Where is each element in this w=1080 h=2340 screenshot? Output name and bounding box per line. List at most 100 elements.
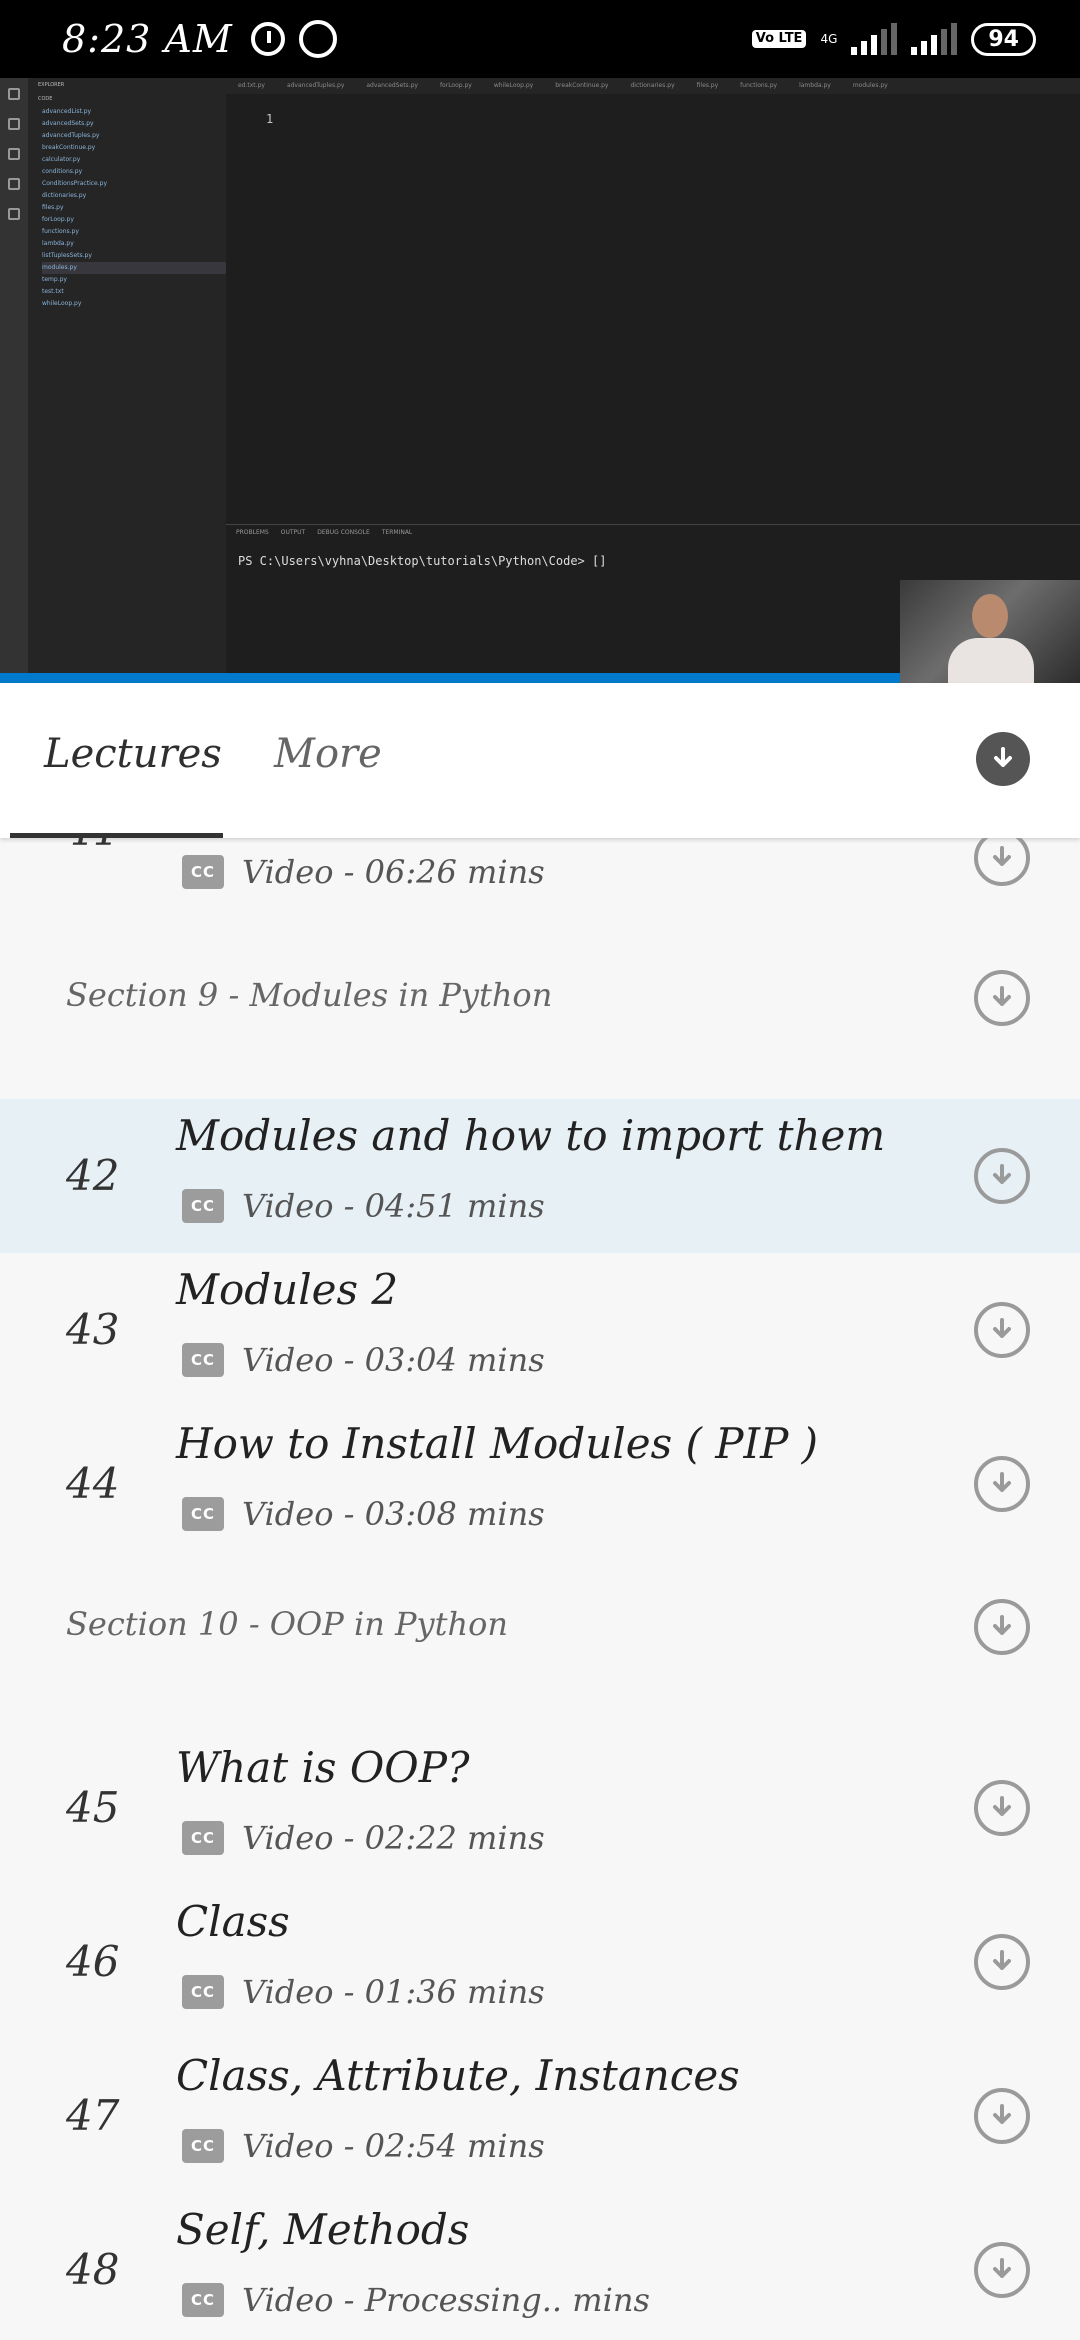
panel-tab: PROBLEMS — [236, 529, 269, 536]
course-tabs: Lectures More — [0, 683, 1080, 838]
search-icon — [8, 118, 20, 130]
tab-more[interactable]: More — [274, 731, 382, 777]
download-icon — [993, 1950, 1011, 1970]
status-time: 8:23 AM — [62, 17, 233, 61]
explorer-file: lambda.py — [42, 240, 74, 247]
download-button[interactable] — [974, 1934, 1030, 1990]
cc-icon: CC — [182, 1189, 224, 1223]
lecture-title: Modules and how to import them — [176, 1111, 886, 1160]
cc-icon: CC — [182, 2283, 224, 2317]
editor-tab: dictionaries.py — [630, 82, 675, 89]
list-item[interactable]: 45 What is OOP? CC Video - 02:22 mins — [0, 1731, 1080, 1885]
explorer-file: ConditionsPractice.py — [42, 180, 107, 187]
download-all-button[interactable] — [976, 732, 1030, 786]
lecture-number: 44 — [66, 1459, 120, 1508]
explorer-file: calculator.py — [42, 156, 81, 163]
list-item[interactable]: 46 Class CC Video - 01:36 mins — [0, 1885, 1080, 2039]
download-icon — [993, 1318, 1011, 1338]
lecture-meta: CC Video - 03:04 mins — [182, 1341, 545, 1379]
editor-explorer: EXPLORER CODE advancedList.py advancedSet… — [28, 78, 226, 678]
download-icon — [993, 986, 1011, 1006]
list-item[interactable]: 43 Modules 2 CC Video - 03:04 mins — [0, 1253, 1080, 1407]
download-icon — [993, 846, 1011, 866]
editor-activity-bar — [0, 78, 28, 678]
webcam-overlay — [900, 580, 1080, 683]
explorer-file: listTuplesSets.py — [42, 252, 92, 259]
lecture-meta-text: Video - 03:08 mins — [242, 1495, 545, 1533]
explorer-file: files.py — [42, 204, 64, 211]
files-icon — [8, 88, 20, 100]
panel-tab: DEBUG CONSOLE — [317, 529, 370, 536]
panel-tabs: PROBLEMS OUTPUT DEBUG CONSOLE TERMINAL — [226, 525, 1080, 540]
editor-tab: advancedTuples.py — [286, 82, 345, 89]
download-icon — [993, 2104, 1011, 2124]
list-item[interactable]: 41 CC Video - 06:26 mins — [0, 838, 1080, 938]
lecture-title: Self, Methods — [176, 2205, 470, 2254]
explorer-file-list: advancedList.py advancedSets.py advancedTu… — [28, 106, 226, 310]
volte-badge: Vo LTE — [751, 30, 807, 48]
lecture-title: Class, Attribute, Instances — [176, 2051, 740, 2100]
download-icon — [993, 1796, 1011, 1816]
explorer-file: advancedList.py — [42, 108, 92, 115]
lecture-list: 41 CC Video - 06:26 mins Section 9 - Mod… — [0, 838, 1080, 2340]
battery-indicator: 94 — [971, 22, 1036, 56]
status-bar: 8:23 AM Vo LTE 4G 94 — [0, 0, 1080, 78]
section-header[interactable]: Section 10 - OOP in Python — [0, 1567, 1080, 1687]
lecture-title: How to Install Modules ( PIP ) — [176, 1419, 819, 1468]
explorer-header: EXPLORER — [38, 82, 65, 88]
lecture-meta-text: Video - 03:04 mins — [242, 1341, 545, 1379]
download-button[interactable] — [974, 838, 1030, 886]
panel-tab: TERMINAL — [381, 529, 413, 536]
download-button[interactable] — [974, 970, 1030, 1026]
lecture-number: 42 — [66, 1151, 120, 1200]
list-item[interactable]: 44 How to Install Modules ( PIP ) CC Vid… — [0, 1407, 1080, 1561]
lecture-meta-text: Video - 06:26 mins — [242, 853, 545, 891]
download-icon — [994, 747, 1012, 767]
lecture-title: What is OOP? — [176, 1743, 470, 1792]
cc-icon: CC — [182, 1821, 224, 1855]
section-title: Section 10 - OOP in Python — [66, 1605, 508, 1643]
lecture-meta-text: Video - 01:36 mins — [242, 1973, 545, 2011]
lecture-meta: CC Video - 02:22 mins — [182, 1819, 545, 1857]
download-button[interactable] — [974, 2088, 1030, 2144]
lecture-meta-text: Video - 04:51 mins — [242, 1187, 545, 1225]
list-item[interactable]: 42 Modules and how to import them CC Vid… — [0, 1099, 1080, 1253]
download-button[interactable] — [974, 1148, 1030, 1204]
explorer-file: forLoop.py — [42, 216, 74, 223]
video-player[interactable]: EXPLORER CODE advancedList.py advancedSet… — [0, 78, 1080, 683]
editor-tab: advancedSets.py — [366, 82, 418, 89]
download-button[interactable] — [974, 1780, 1030, 1836]
alarm-icon — [250, 22, 285, 56]
editor-tab: breakContinue.py — [555, 82, 609, 89]
list-item[interactable]: 48 Self, Methods CC Video - Processing..… — [0, 2193, 1080, 2340]
source-control-icon — [8, 148, 20, 160]
download-button[interactable] — [974, 1599, 1030, 1655]
section-header[interactable]: Section 9 - Modules in Python — [0, 938, 1080, 1058]
cc-icon: CC — [182, 2129, 224, 2163]
cc-icon: CC — [182, 1497, 224, 1531]
lecture-meta: CC Video - 06:26 mins — [182, 853, 545, 891]
lecture-number: 45 — [66, 1783, 120, 1832]
cc-icon: CC — [182, 1975, 224, 2009]
editor-tab: files.py — [696, 82, 719, 89]
lecture-title: Modules 2 — [176, 1265, 399, 1314]
download-button[interactable] — [974, 1456, 1030, 1512]
explorer-file: whileLoop.py — [42, 300, 82, 307]
download-icon — [993, 1615, 1011, 1635]
explorer-file: conditions.py — [42, 168, 83, 175]
cc-icon: CC — [182, 1343, 224, 1377]
explorer-file: breakContinue.py — [42, 144, 96, 151]
download-icon — [993, 2258, 1011, 2278]
lecture-meta: CC Video - 04:51 mins — [182, 1187, 545, 1225]
explorer-file: test.txt — [42, 288, 64, 295]
download-button[interactable] — [974, 1302, 1030, 1358]
download-button[interactable] — [974, 2242, 1030, 2298]
list-item[interactable]: 47 Class, Attribute, Instances CC Video … — [0, 2039, 1080, 2193]
signal-icon-2 — [911, 23, 958, 55]
presenter-head — [972, 594, 1008, 638]
explorer-file: advancedTuples.py — [42, 132, 100, 139]
explorer-file: advancedSets.py — [42, 120, 94, 127]
lecture-number: 43 — [66, 1305, 120, 1354]
editor-tabs: ed.txt.py advancedTuples.py advancedSets.p… — [226, 78, 1080, 94]
tab-lectures[interactable]: Lectures — [44, 731, 222, 777]
